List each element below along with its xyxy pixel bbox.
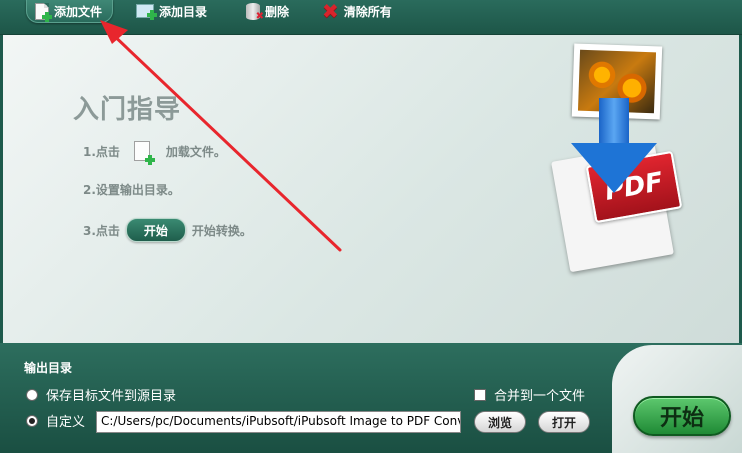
add-file-button[interactable]: 添加文件 <box>26 0 114 23</box>
merge-checkbox[interactable] <box>474 388 486 401</box>
add-file-icon <box>133 141 155 165</box>
option-custom-directory[interactable]: 自定义 <box>26 411 85 430</box>
guide-step-3: 3.点击 开始 开始转换。 <box>83 218 252 242</box>
guide-step-2: 2.设置输出目录。 <box>83 181 180 198</box>
merge-option[interactable]: 合并到一个文件 <box>474 385 585 404</box>
browse-button[interactable]: 浏览 <box>474 411 526 433</box>
step3-suffix: 开始转换。 <box>191 223 252 238</box>
radio-source[interactable] <box>26 388 38 401</box>
option-custom-label: 自定义 <box>46 415 86 430</box>
add-directory-button[interactable]: 添加目录 <box>136 0 207 22</box>
output-path-input[interactable]: C:/Users/pc/Documents/iPubsoft/iPubsoft … <box>96 411 461 433</box>
add-folder-icon <box>136 4 157 20</box>
guide-title: 入门指导 <box>73 95 182 125</box>
guide-step-1: 1.点击 加载文件。 <box>83 141 226 165</box>
option-source-directory[interactable]: 保存目标文件到源目录 <box>26 385 176 404</box>
delete-icon: ✖ <box>246 2 264 21</box>
toolbar: 添加文件 添加目录 ✖ 删除 ✖ 清除所有 <box>0 0 742 35</box>
convert-arrow-head-icon <box>571 143 657 193</box>
output-directory-label: 输出目录 <box>24 361 73 375</box>
step1-prefix: 1.点击 <box>83 144 120 159</box>
start-button[interactable]: 开始 <box>633 396 731 436</box>
clear-all-label: 清除所有 <box>343 4 392 19</box>
delete-label: 删除 <box>265 4 290 19</box>
option-source-label: 保存目标文件到源目录 <box>46 389 177 404</box>
radio-custom[interactable] <box>26 414 38 427</box>
add-file-icon <box>35 2 52 22</box>
guide-start-pill: 开始 <box>125 218 186 242</box>
open-button[interactable]: 打开 <box>538 411 590 433</box>
step2-text: 2.设置输出目录。 <box>83 183 180 197</box>
convert-arrow-icon <box>599 98 629 146</box>
step1-suffix: 加载文件。 <box>165 144 226 159</box>
delete-button[interactable]: ✖ 删除 <box>246 0 289 22</box>
step3-prefix: 3.点击 <box>83 223 120 238</box>
add-file-label: 添加文件 <box>54 4 103 19</box>
clear-all-button[interactable]: ✖ 清除所有 <box>322 0 392 22</box>
clear-all-icon: ✖ <box>322 0 339 23</box>
add-directory-label: 添加目录 <box>159 4 208 19</box>
output-panel: 输出目录 保存目标文件到源目录 自定义 C:/Users/pc/Document… <box>0 343 742 453</box>
merge-label: 合并到一个文件 <box>494 389 586 404</box>
